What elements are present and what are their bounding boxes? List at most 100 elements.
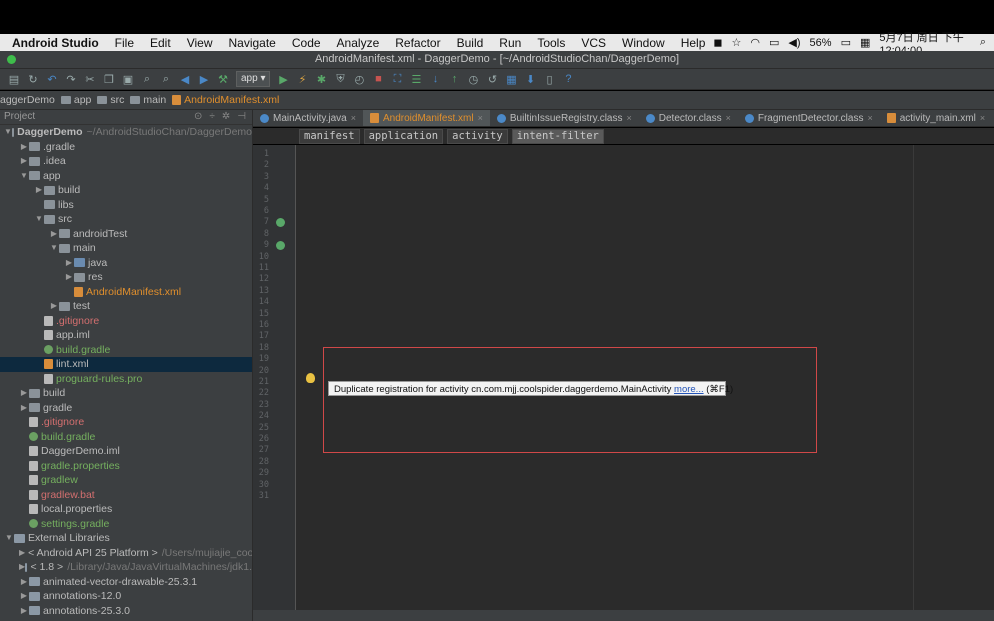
nav-crumb-src[interactable]: src [97, 94, 130, 106]
tree-item[interactable]: .gitignore [0, 314, 252, 329]
expand-arrow-icon[interactable]: ▼ [4, 531, 14, 546]
expand-arrow-icon[interactable]: ▼ [19, 169, 29, 184]
menu-file[interactable]: File [107, 36, 142, 50]
scroll-from-source-icon[interactable]: ⊙ [194, 110, 202, 124]
android-resource-icon[interactable] [276, 218, 285, 227]
tree-item[interactable]: proguard-rules.pro [0, 372, 252, 387]
tree-item[interactable]: ▼ src [0, 212, 252, 227]
tab-close-icon[interactable]: × [478, 113, 483, 123]
undo-icon[interactable]: ↶ [46, 73, 58, 86]
tree-item[interactable]: ▶ < 1.8 >/Library/Java/JavaVirtualMachine… [0, 560, 252, 575]
hide-panel-icon[interactable]: ⊣ [237, 110, 246, 124]
menu-tools[interactable]: Tools [529, 36, 573, 50]
tree-item[interactable]: ▶ java [0, 256, 252, 271]
expand-arrow-icon[interactable]: ▶ [34, 183, 44, 198]
tree-item[interactable]: ▶ .gradle [0, 140, 252, 155]
menu-help[interactable]: Help [673, 36, 714, 50]
editor-tab[interactable]: BuiltinIssueRegistry.class × [490, 110, 639, 126]
expand-arrow-icon[interactable]: ▶ [49, 227, 59, 242]
expand-arrow-icon[interactable]: ▶ [64, 270, 74, 285]
expand-arrow-icon[interactable]: ▶ [49, 299, 59, 314]
expand-arrow-icon[interactable]: ▶ [19, 386, 29, 401]
tree-item[interactable]: lint.xml [0, 357, 252, 372]
tree-item[interactable]: ▶ gradle [0, 401, 252, 416]
expand-arrow-icon[interactable]: ▶ [19, 604, 29, 619]
tree-item[interactable]: ▶ androidTest [0, 227, 252, 242]
tree-item[interactable]: ▼ External Libraries [0, 531, 252, 546]
menu-code[interactable]: Code [284, 36, 329, 50]
cut-icon[interactable]: ✂ [84, 73, 96, 86]
expand-arrow-icon[interactable]: ▼ [49, 241, 59, 256]
volume-icon[interactable]: ◀) [788, 36, 800, 49]
tree-item[interactable]: local.properties [0, 502, 252, 517]
forward-icon[interactable]: ▶ [198, 73, 210, 86]
menu-navigate[interactable]: Navigate [220, 36, 283, 50]
nav-crumb-main[interactable]: main [130, 94, 172, 106]
menu-analyze[interactable]: Analyze [329, 36, 388, 50]
menu-vcs[interactable]: VCS [573, 36, 614, 50]
debug-icon[interactable]: ✱ [315, 73, 327, 86]
tree-item[interactable]: ▶ test [0, 299, 252, 314]
wifi-icon[interactable]: ◠ [750, 36, 760, 49]
tree-item[interactable]: ▶ annotations-25.3.0 [0, 604, 252, 619]
menu-run[interactable]: Run [491, 36, 529, 50]
airplay-icon[interactable]: ▭ [769, 36, 779, 49]
battery-icon[interactable]: ▭ [841, 36, 851, 49]
tree-item[interactable]: build.gradle [0, 343, 252, 358]
vcs-commit-icon[interactable]: ↑ [448, 73, 460, 85]
tree-item[interactable]: settings.gradle [0, 517, 252, 532]
expand-arrow-icon[interactable]: ▶ [19, 589, 29, 604]
menu-app-name[interactable]: Android Studio [0, 36, 107, 50]
tree-item[interactable]: ▼ main [0, 241, 252, 256]
menu-build[interactable]: Build [449, 36, 492, 50]
tree-item[interactable]: app.iml [0, 328, 252, 343]
window-zoom-button[interactable] [7, 55, 16, 64]
tab-close-icon[interactable]: × [867, 113, 872, 123]
menu-window[interactable]: Window [614, 36, 673, 50]
collapse-all-icon[interactable]: ÷ [209, 110, 215, 124]
paste-icon[interactable]: ▣ [122, 73, 134, 86]
nav-crumb-app[interactable]: app [60, 94, 98, 106]
editor-tab[interactable]: activity_main.xml × [880, 110, 992, 126]
tree-item[interactable]: libs [0, 198, 252, 213]
attach-debugger-icon[interactable]: ⛶ [391, 73, 403, 85]
help-icon[interactable]: ? [562, 73, 574, 85]
vcs-update-icon[interactable]: ↓ [429, 73, 441, 85]
star-icon[interactable]: ☆ [732, 36, 742, 49]
tooltip-more-link[interactable]: more... [674, 384, 704, 395]
tree-item[interactable]: gradle.properties [0, 459, 252, 474]
menu-view[interactable]: View [179, 36, 221, 50]
run-config-select[interactable]: app ▾ [236, 71, 271, 87]
crumb-activity[interactable]: activity [447, 128, 508, 144]
project-view-select[interactable]: Project [4, 110, 35, 124]
expand-arrow-icon[interactable]: ▼ [34, 212, 44, 227]
find-icon[interactable]: ⌕ [141, 73, 153, 85]
tree-item[interactable]: AndroidManifest.xml [0, 285, 252, 300]
avd-manager-icon[interactable]: ▯ [543, 73, 555, 86]
tree-item[interactable]: gradlew [0, 473, 252, 488]
tree-item[interactable]: ▶ .idea [0, 154, 252, 169]
tab-close-icon[interactable]: × [980, 113, 985, 123]
record-icon[interactable]: ◼ [713, 36, 722, 49]
crumb-intent-filter[interactable]: intent-filter [511, 128, 604, 144]
crumb-manifest[interactable]: manifest [299, 128, 360, 144]
tree-item[interactable]: ▶ build [0, 386, 252, 401]
expand-arrow-icon[interactable]: ▶ [19, 140, 29, 155]
tab-close-icon[interactable]: × [726, 113, 731, 123]
intention-bulb-icon[interactable] [306, 373, 315, 383]
revert-icon[interactable]: ↺ [486, 73, 498, 86]
open-icon[interactable]: ▤ [8, 73, 20, 86]
expand-arrow-icon[interactable]: ▶ [19, 401, 29, 416]
tree-item[interactable]: ▶ < Android API 25 Platform >/Users/mujia… [0, 546, 252, 561]
nav-crumb-project[interactable]: aggerDemo [0, 94, 61, 106]
back-icon[interactable]: ◀ [179, 73, 191, 86]
profile-icon[interactable]: ◴ [353, 73, 365, 86]
tree-item[interactable]: build.gradle [0, 430, 252, 445]
run-icon[interactable]: ▶ [277, 73, 289, 86]
expand-arrow-icon[interactable]: ▶ [19, 154, 29, 169]
editor-tab[interactable]: Detector.class × [639, 110, 738, 126]
tab-close-icon[interactable]: × [351, 113, 356, 123]
tree-item[interactable]: gradlew.bat [0, 488, 252, 503]
android-monitor-icon[interactable]: ☰ [410, 73, 422, 86]
tree-item[interactable]: ▼ DaggerDemo ~/AndroidStudioChan/DaggerDem… [0, 125, 252, 140]
